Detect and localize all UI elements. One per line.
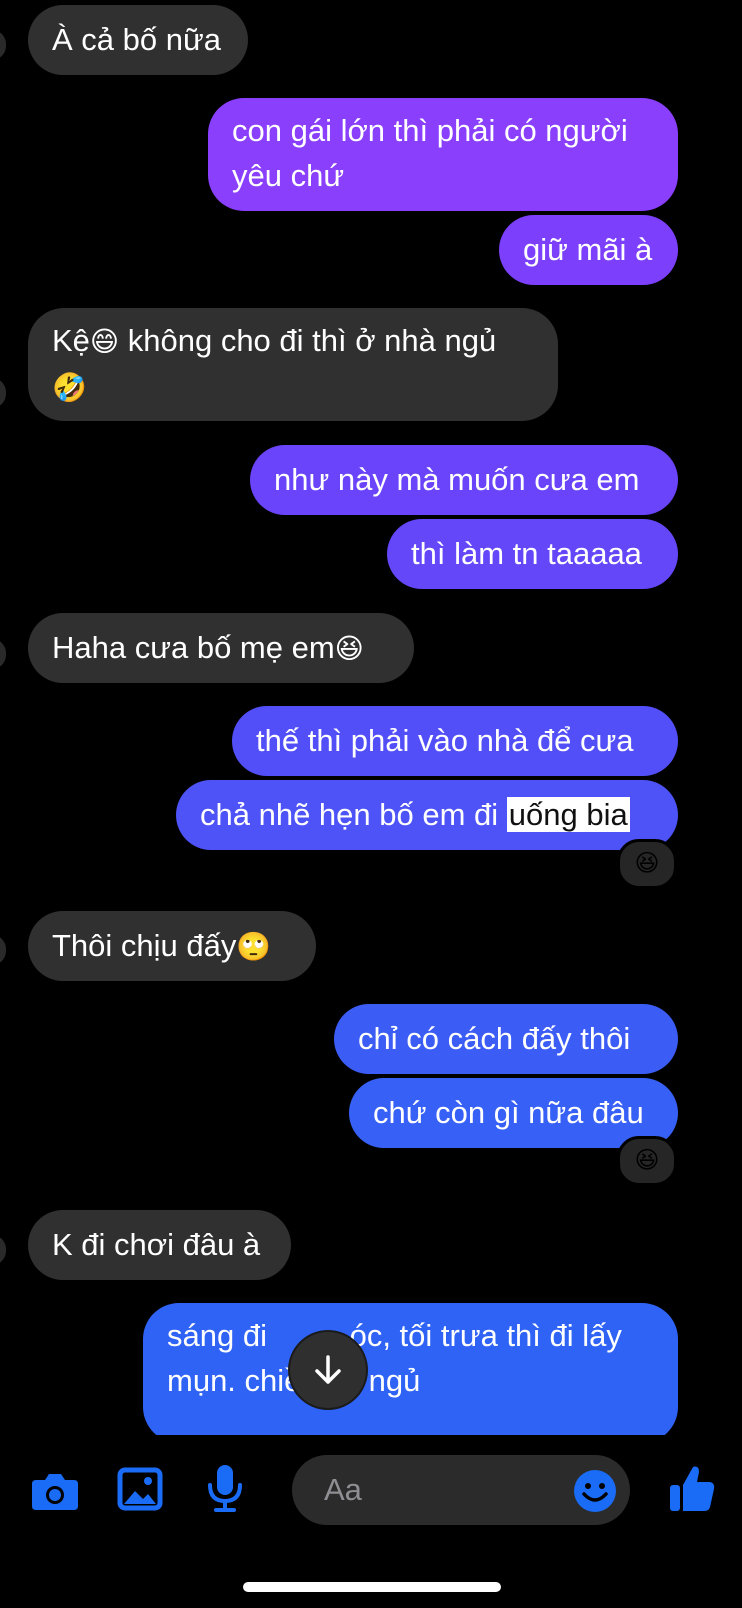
laughing-emoji: 😆: [634, 1147, 660, 1174]
message-thread[interactable]: À cả bố nữa con gái lớn thì phải có ngườ…: [0, 0, 742, 1435]
message-text: như này mà muốn cưa em: [274, 462, 640, 497]
message-text: con gái lớn thì phải có người yêu chứ: [232, 113, 628, 193]
composer-bar: [0, 1435, 742, 1608]
message-bubble-outgoing[interactable]: thì làm tn taaaaa: [387, 519, 678, 589]
message-text: óc, tối trưa thì đi lấy: [349, 1318, 622, 1353]
message-text: Thôi chịu đấy: [52, 928, 237, 963]
message-bubble-outgoing[interactable]: con gái lớn thì phải có người yêu chứ: [208, 98, 678, 211]
message-text: chả nhẽ hẹn bố em đi: [200, 797, 507, 832]
message-bubble-incoming[interactable]: Haha cưa bố mẹ em😆: [28, 613, 414, 683]
message-bubble-incoming[interactable]: À cả bố nữa: [28, 5, 248, 75]
rofl-emoji: 🤣: [52, 372, 87, 403]
eye-roll-emoji: 🙄: [236, 931, 272, 962]
thumbs-up-icon[interactable]: [668, 1463, 716, 1518]
message-text: chỉ có cách đấy thôi: [358, 1021, 631, 1056]
message-bubble-incoming[interactable]: Thôi chịu đấy🙄: [28, 911, 316, 981]
avatar[interactable]: [0, 1235, 6, 1265]
grinning-emoji: 😄: [89, 326, 120, 357]
highlighted-text[interactable]: uống bia: [506, 797, 630, 832]
message-text: thì làm tn taaaaa: [411, 536, 642, 571]
message-bubble-outgoing[interactable]: chỉ có cách đấy thôi: [334, 1004, 678, 1074]
avatar[interactable]: [0, 30, 6, 60]
photo-icon[interactable]: [117, 1467, 163, 1516]
message-text: K đi chơi đâu à: [52, 1227, 261, 1262]
microphone-icon[interactable]: [205, 1463, 245, 1518]
scroll-to-bottom-button[interactable]: [290, 1332, 366, 1408]
message-bubble-outgoing[interactable]: giữ mãi à: [499, 215, 678, 285]
message-bubble-incoming[interactable]: K đi chơi đâu à: [28, 1210, 291, 1280]
message-bubble-outgoing[interactable]: chả nhẽ hẹn bố em đi uống bia: [176, 780, 678, 850]
message-bubble-outgoing[interactable]: sáng đi óc, tối trưa thì đi lấy mụn. chi…: [143, 1303, 678, 1435]
arrow-down-icon: [315, 1355, 341, 1384]
home-indicator: [243, 1582, 501, 1592]
avatar[interactable]: [0, 639, 6, 669]
message-text: thế thì phải vào nhà để cưa: [256, 723, 634, 758]
message-bubble-outgoing[interactable]: như này mà muốn cưa em: [250, 445, 678, 515]
laughing-emoji: 😆: [334, 633, 364, 664]
message-input[interactable]: [322, 1471, 556, 1509]
message-text: không cho đi thì ở nhà ngủ: [119, 323, 497, 358]
emoji-icon[interactable]: [573, 1469, 617, 1518]
message-text: Haha cưa bố mẹ em: [52, 630, 335, 665]
message-bubble-outgoing[interactable]: thế thì phải vào nhà để cưa: [232, 706, 678, 776]
laughing-emoji: 😆: [634, 850, 660, 877]
message-reaction[interactable]: 😆: [617, 839, 677, 889]
message-text: sáng đi: [167, 1318, 276, 1353]
avatar[interactable]: [0, 378, 6, 408]
avatar[interactable]: [0, 935, 6, 965]
message-bubble-incoming[interactable]: Kệ😄 không cho đi thì ở nhà ngủ 🤣: [28, 308, 558, 421]
message-reaction[interactable]: 😆: [617, 1136, 677, 1186]
camera-icon[interactable]: [30, 1470, 80, 1517]
message-text: À cả bố nữa: [52, 22, 221, 57]
message-text: giữ mãi à: [523, 232, 653, 267]
message-text: Kệ: [52, 323, 90, 358]
message-text: chứ còn gì nữa đâu: [373, 1095, 644, 1130]
